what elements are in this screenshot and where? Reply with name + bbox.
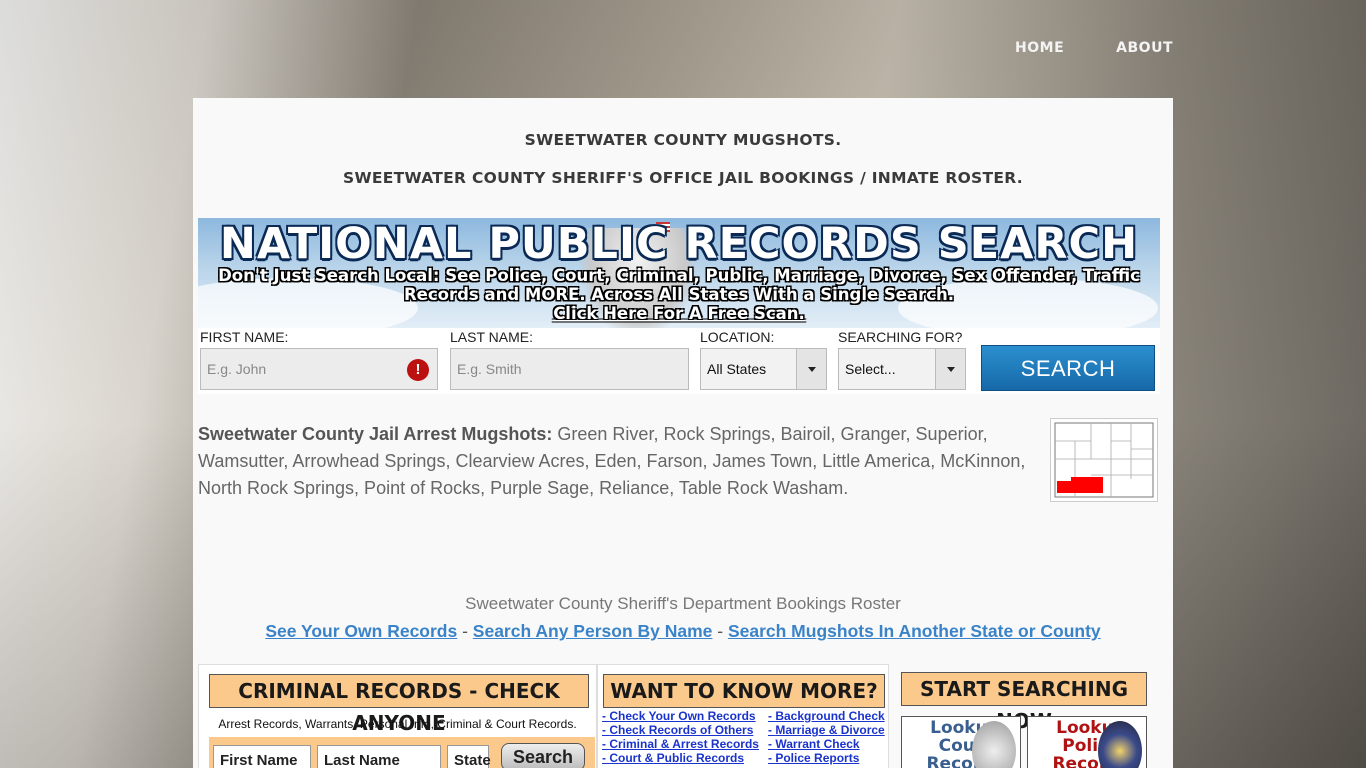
more-link[interactable]: - Warrant Check [768, 737, 885, 751]
top-nav: HOME ABOUT [1015, 40, 1173, 56]
link-separator: - [457, 621, 473, 641]
last-name-label: LAST NAME: [450, 329, 533, 345]
nav-home[interactable]: HOME [1015, 40, 1064, 56]
last-name-mini-input[interactable]: Last Name [317, 745, 441, 768]
search-form: FIRST NAME: E.g. John ! LAST NAME: E.g. … [198, 328, 1160, 394]
searching-for-label: SEARCHING FOR? [838, 329, 963, 345]
first-name-label: FIRST NAME: [200, 329, 289, 345]
content-card: SWEETWATER COUNTY MUGSHOTS. SWEETWATER C… [193, 98, 1173, 768]
criminal-records-ad[interactable]: CRIMINAL RECORDS - CHECK ANYONE Arrest R… [198, 664, 597, 768]
start-searching-heading: START SEARCHING NOW [901, 672, 1147, 733]
search-person-link[interactable]: Search Any Person By Name [473, 621, 713, 641]
search-button[interactable]: SEARCH [981, 345, 1155, 391]
location-select[interactable]: All States [700, 348, 827, 390]
mini-search-button[interactable]: Search [501, 743, 585, 768]
more-link[interactable]: - Court & Public Records [602, 751, 759, 765]
first-name-mini-input[interactable]: First Name [213, 745, 311, 768]
chevron-down-icon [796, 349, 826, 389]
criminal-records-sub: Arrest Records, Warrants, Personal Info,… [218, 717, 577, 731]
searching-for-value: Select... [845, 361, 896, 377]
more-links-right: - Background Check - Marriage & Divorce … [768, 709, 885, 765]
state-mini-input[interactable]: State [447, 745, 491, 768]
more-link[interactable]: - Background Check [768, 709, 885, 723]
county-description: Sweetwater County Jail Arrest Mugshots: … [198, 421, 1038, 502]
criminal-records-form: First Name Last Name State Search [209, 737, 595, 768]
last-name-placeholder: E.g. Smith [457, 361, 522, 377]
more-link[interactable]: - Police Reports [768, 751, 885, 765]
more-link[interactable]: - Check Records of Others [602, 723, 759, 737]
lookup-court-records-tile[interactable]: Lookup Court Records [901, 716, 1021, 768]
see-own-records-link[interactable]: See Your Own Records [265, 621, 457, 641]
records-banner[interactable]: NATIONAL PUBLIC RECORDS SEARCH Don't Jus… [198, 218, 1160, 328]
lookup-police-records-tile[interactable]: Lookup Police Records [1027, 716, 1147, 768]
banner-title: NATIONAL PUBLIC RECORDS SEARCH [219, 219, 1139, 269]
last-name-input[interactable]: E.g. Smith [450, 348, 689, 390]
banner-cta-link[interactable]: Click Here For A Free Scan. [198, 304, 1160, 323]
page-title: SWEETWATER COUNTY MUGSHOTS. [524, 131, 842, 149]
chevron-down-icon [935, 349, 965, 389]
link-separator: - [712, 621, 728, 641]
first-name-input[interactable]: E.g. John ! [200, 348, 438, 390]
searching-for-select[interactable]: Select... [838, 348, 966, 390]
banner-subtitle: Don't Just Search Local: See Police, Cou… [218, 266, 1140, 304]
roster-links: See Your Own Records - Search Any Person… [193, 621, 1173, 642]
more-links-left: - Check Your Own Records - Check Records… [602, 709, 759, 765]
more-link[interactable]: - Criminal & Arrest Records [602, 737, 759, 751]
page-subtitle: SWEETWATER COUNTY SHERIFF'S OFFICE JAIL … [342, 169, 1023, 187]
want-to-know-more-ad[interactable]: WANT TO KNOW MORE? - Check Your Own Reco… [597, 664, 889, 768]
wyoming-county-map [1050, 418, 1158, 502]
error-icon: ! [407, 359, 429, 381]
first-name-placeholder: E.g. John [207, 361, 267, 377]
more-link[interactable]: - Check Your Own Records [602, 709, 759, 723]
search-other-state-link[interactable]: Search Mugshots In Another State or Coun… [728, 621, 1101, 641]
criminal-records-heading: CRIMINAL RECORDS - CHECK ANYONE [209, 674, 589, 735]
want-to-know-more-heading: WANT TO KNOW MORE? [603, 674, 885, 708]
nav-about[interactable]: ABOUT [1116, 40, 1173, 56]
roster-title: Sweetwater County Sheriff's Department B… [465, 594, 901, 613]
map-graphic [1054, 422, 1154, 498]
location-label: LOCATION: [700, 329, 775, 345]
start-searching-ad[interactable]: START SEARCHING NOW Lookup Court Records… [893, 664, 1153, 768]
location-value: All States [707, 361, 767, 377]
description-lead: Sweetwater County Jail Arrest Mugshots: [198, 424, 553, 444]
more-link[interactable]: - Marriage & Divorce [768, 723, 885, 737]
